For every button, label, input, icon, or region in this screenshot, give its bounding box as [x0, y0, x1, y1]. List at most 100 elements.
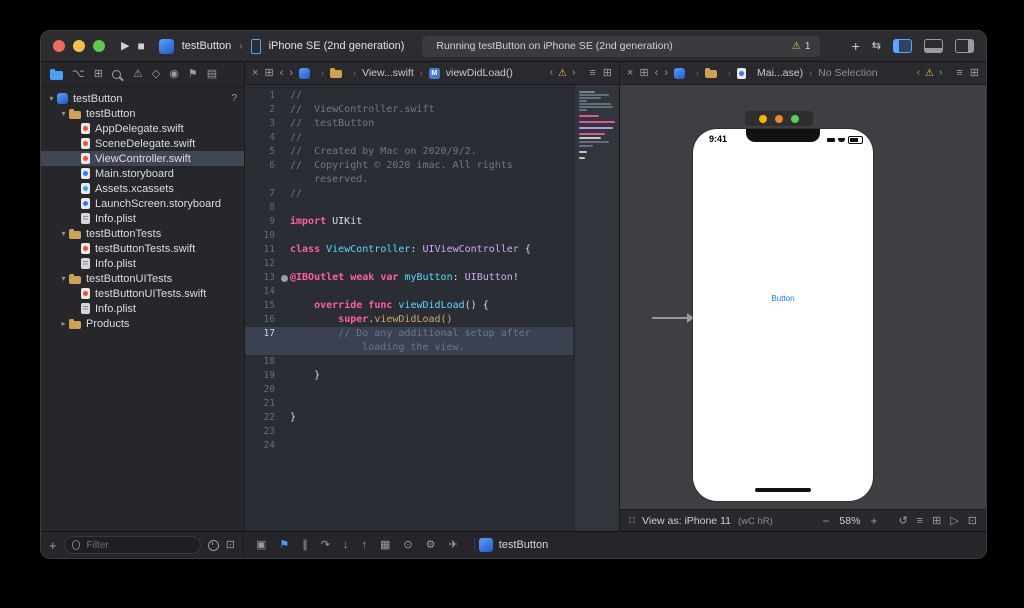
file-row-testbuttontests-swift[interactable]: testButtonTests.swift: [41, 241, 244, 256]
file-row-testbutton[interactable]: ▾ testButton: [41, 106, 244, 121]
source-code-area[interactable]: 1 // 2 // ViewController.swift 3 // testButto…: [245, 85, 619, 532]
issue-navigator-icon[interactable]: ⚠: [133, 68, 143, 80]
line-number[interactable]: 13: [245, 271, 278, 285]
storyboard-canvas[interactable]: 9:41 Button: [620, 85, 986, 509]
forward-icon[interactable]: ›: [289, 67, 293, 79]
device-bar-icon[interactable]: □: [629, 516, 635, 526]
code-line-13[interactable]: 13 @IBOutlet weak var myButton: UIButton!: [245, 271, 573, 285]
code-line-6[interactable]: 6 // Copyright © 2020 imac. All rights: [245, 159, 573, 173]
activity-view[interactable]: Running testButton on iPhone SE (2nd gen…: [422, 35, 821, 57]
warning-icon[interactable]: ⚠: [558, 68, 567, 79]
disclosure-triangle[interactable]: ▾: [46, 94, 57, 103]
project-navigator-icon[interactable]: [50, 68, 63, 80]
code-line-11[interactable]: 11 class ViewController: UIViewController…: [245, 243, 573, 257]
code-line-17[interactable]: 17 // Do any additional setup after: [245, 327, 573, 341]
breadcrumb-file[interactable]: View...swift: [362, 67, 414, 79]
view-hierarchy-icon[interactable]: ▦: [380, 539, 390, 551]
resolve-autolayout-icon[interactable]: ▷: [950, 515, 958, 527]
breadcrumb-storyboard-icon[interactable]: [737, 67, 746, 79]
file-row-info-plist[interactable]: Info.plist: [41, 301, 244, 316]
add-editor-icon[interactable]: ⊞: [603, 67, 612, 79]
code-line-wrap[interactable]: reserved.: [245, 173, 573, 187]
minimap[interactable]: [574, 85, 619, 532]
add-editor-icon[interactable]: ⊞: [970, 67, 979, 79]
line-number[interactable]: 22: [245, 411, 278, 425]
prev-issue-icon[interactable]: ‹: [917, 68, 920, 78]
align-icon[interactable]: ≡: [917, 515, 923, 527]
back-icon[interactable]: ‹: [280, 67, 284, 79]
scm-status-filter-icon[interactable]: ⊡: [226, 539, 235, 551]
code-line-18[interactable]: 18: [245, 355, 573, 369]
pause-icon[interactable]: ∥: [302, 539, 308, 551]
line-number[interactable]: 17: [245, 327, 278, 341]
code-line-12[interactable]: 12: [245, 257, 573, 271]
destination-name[interactable]: iPhone SE (2nd generation): [269, 40, 405, 52]
step-over-icon[interactable]: ↷: [321, 539, 330, 551]
line-number[interactable]: 8: [245, 201, 278, 215]
zoom-window-button[interactable]: [93, 40, 105, 52]
line-number[interactable]: 18: [245, 355, 278, 369]
line-number[interactable]: 12: [245, 257, 278, 271]
toggle-navigator-icon[interactable]: [893, 39, 912, 53]
code-review-icon[interactable]: ⇆: [872, 40, 881, 52]
code-line-23[interactable]: 23: [245, 425, 573, 439]
line-number[interactable]: 23: [245, 425, 278, 439]
run-button[interactable]: ▶: [121, 40, 129, 52]
view-controller-icon[interactable]: [759, 114, 767, 123]
disclosure-triangle[interactable]: ▾: [58, 229, 69, 238]
line-number[interactable]: 21: [245, 397, 278, 411]
prev-issue-icon[interactable]: ‹: [550, 68, 553, 78]
environment-overrides-icon[interactable]: ⚙: [426, 539, 436, 551]
test-navigator-icon[interactable]: ◇: [152, 68, 160, 80]
zoom-out-button[interactable]: −: [822, 515, 829, 527]
back-icon[interactable]: ‹: [655, 67, 659, 79]
disclosure-triangle[interactable]: ▾: [58, 274, 69, 283]
step-into-icon[interactable]: ↓: [343, 539, 349, 551]
file-row-testbuttonuitests[interactable]: ▾ testButtonUITests: [41, 271, 244, 286]
code-line-21[interactable]: 21: [245, 397, 573, 411]
view-controller-scene[interactable]: 9:41 Button: [693, 129, 873, 501]
line-number[interactable]: 1: [245, 89, 278, 103]
hide-debug-area-icon[interactable]: ▣: [256, 539, 266, 551]
breadcrumb-project-icon[interactable]: [674, 67, 685, 79]
code-line-22[interactable]: 22}: [245, 411, 573, 425]
line-number[interactable]: 7: [245, 187, 278, 201]
line-number[interactable]: 14: [245, 285, 278, 299]
file-row-testbutton[interactable]: ▾ testButton?: [41, 91, 244, 106]
disclosure-triangle[interactable]: ▸: [58, 319, 69, 328]
warning-icon[interactable]: ⚠: [925, 68, 934, 79]
library-add-icon[interactable]: +: [852, 39, 860, 53]
code-line-24[interactable]: 24: [245, 439, 573, 453]
close-split-icon[interactable]: ×: [252, 67, 258, 79]
file-row-appdelegate-swift[interactable]: AppDelegate.swift: [41, 121, 244, 136]
file-row-info-plist[interactable]: Info.plist: [41, 256, 244, 271]
outlet-connection-well[interactable]: [278, 274, 290, 282]
update-frames-icon[interactable]: ↺: [898, 515, 907, 527]
toggle-debug-area-icon[interactable]: [924, 39, 943, 53]
file-row-viewcontroller-swift[interactable]: ViewController.swift: [41, 151, 244, 166]
code-line-15[interactable]: 15 override func viewDidLoad() {: [245, 299, 573, 313]
code-line-16[interactable]: 16 super.viewDidLoad(): [245, 313, 573, 327]
simulate-location-icon[interactable]: ✈: [449, 539, 458, 551]
embed-in-icon[interactable]: ⊡: [968, 515, 977, 527]
code-line-14[interactable]: 14: [245, 285, 573, 299]
disclosure-triangle[interactable]: ▾: [58, 109, 69, 118]
code-line-20[interactable]: 20: [245, 383, 573, 397]
stop-button[interactable]: ■: [137, 40, 144, 52]
file-row-info-plist[interactable]: Info.plist: [41, 211, 244, 226]
first-responder-icon[interactable]: [775, 114, 783, 123]
code-line-wrap[interactable]: loading the view.: [245, 341, 573, 355]
next-issue-icon[interactable]: ›: [572, 68, 575, 78]
code-line-8[interactable]: 8: [245, 201, 573, 215]
editor-options-icon[interactable]: ≡: [589, 67, 595, 79]
code-line-19[interactable]: 19 }: [245, 369, 573, 383]
line-number[interactable]: 16: [245, 313, 278, 327]
symbol-navigator-icon[interactable]: ⊞: [94, 68, 103, 80]
breadcrumb-selection[interactable]: No Selection: [818, 67, 878, 79]
breadcrumb-folder-icon[interactable]: [705, 68, 717, 78]
line-number[interactable]: 6: [245, 159, 278, 173]
line-number[interactable]: 15: [245, 299, 278, 313]
recent-files-icon[interactable]: [207, 539, 219, 551]
view-as-label[interactable]: View as: iPhone 11: [642, 515, 731, 527]
toggle-inspectors-icon[interactable]: [955, 39, 974, 53]
